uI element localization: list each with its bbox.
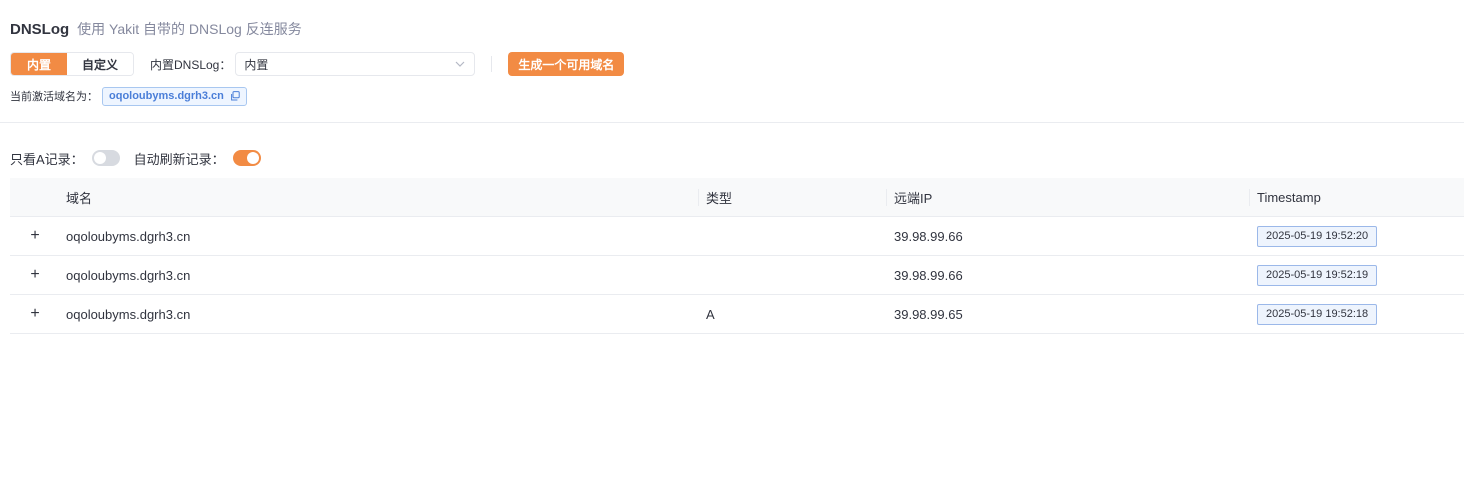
table-row[interactable]: + oqoloubyms.dgrh3.cn A 39.98.99.65 2025… [10, 295, 1464, 334]
cell-domain: oqoloubyms.dgrh3.cn [66, 267, 191, 283]
cell-type [698, 256, 886, 294]
column-header-remote-ip: 远端IP [886, 178, 1249, 216]
column-header-timestamp: Timestamp [1249, 178, 1464, 216]
toggle-knob [246, 152, 259, 164]
mode-segmented-control: 内置 自定义 [10, 52, 134, 76]
dnslog-select-value: 内置 [244, 57, 269, 72]
cell-domain: oqoloubyms.dgrh3.cn [66, 306, 191, 322]
cell-timestamp: 2025-05-19 19:52:20 [1249, 217, 1464, 255]
table-header: 域名 类型 远端IP Timestamp [10, 178, 1464, 217]
chevron-down-icon [454, 58, 466, 70]
generate-domain-button[interactable]: 生成一个可用域名 [508, 52, 625, 76]
active-domain-value: oqoloubyms.dgrh3.cn [109, 90, 224, 102]
dnslog-select[interactable]: 内置 [235, 52, 476, 76]
copy-icon[interactable] [230, 91, 240, 101]
active-domain-label: 当前激活域名为： [10, 91, 98, 103]
section-divider [0, 122, 1464, 123]
table-row[interactable]: + oqoloubyms.dgrh3.cn 39.98.99.66 2025-0… [10, 217, 1464, 256]
auto-refresh-toggle[interactable] [232, 150, 261, 166]
page-header: DNSLog 使用 Yakit 自带的 DNSLog 反连服务 [10, 19, 302, 39]
only-a-records-toggle[interactable] [91, 150, 120, 166]
column-header-domain: 域名 [66, 190, 93, 206]
column-header-type: 类型 [698, 178, 886, 216]
page-title: DNSLog [10, 21, 70, 38]
table-row[interactable]: + oqoloubyms.dgrh3.cn 39.98.99.66 2025-0… [10, 256, 1464, 295]
cell-timestamp: 2025-05-19 19:52:19 [1249, 256, 1464, 294]
dnslog-select-label: 内置DNSLog： [150, 57, 232, 72]
timestamp-tag: 2025-05-19 19:52:20 [1257, 225, 1378, 247]
expand-row-button[interactable]: + [10, 295, 58, 333]
dnslog-table: 域名 类型 远端IP Timestamp + oqoloubyms.dgrh3.… [10, 178, 1464, 334]
cell-timestamp: 2025-05-19 19:52:18 [1249, 295, 1464, 333]
active-domain-row: 当前激活域名为： oqoloubyms.dgrh3.cn [10, 86, 247, 106]
timestamp-tag: 2025-05-19 19:52:19 [1257, 264, 1378, 286]
active-domain-tag[interactable]: oqoloubyms.dgrh3.cn [102, 86, 247, 106]
auto-refresh-label: 自动刷新记录： [133, 151, 225, 167]
mode-builtin-button[interactable]: 内置 [11, 53, 67, 75]
expand-row-button[interactable]: + [10, 256, 58, 294]
divider [491, 56, 493, 72]
cell-domain: oqoloubyms.dgrh3.cn [66, 228, 191, 244]
cell-remote-ip: 39.98.99.66 [894, 228, 963, 244]
page-subtitle: 使用 Yakit 自带的 DNSLog 反连服务 [77, 21, 302, 37]
mode-controls: 内置 自定义 内置DNSLog： 内置 生成一个可用域名 [10, 52, 625, 76]
only-a-records-label: 只看A记录： [10, 151, 84, 167]
timestamp-tag: 2025-05-19 19:52:18 [1257, 303, 1378, 325]
mode-custom-button[interactable]: 自定义 [67, 53, 133, 75]
cell-remote-ip: 39.98.99.65 [894, 306, 963, 322]
expand-row-button[interactable]: + [10, 217, 58, 255]
cell-remote-ip: 39.98.99.66 [894, 267, 963, 283]
filter-row: 只看A记录： 自动刷新记录： [10, 148, 261, 168]
cell-type: A [706, 306, 715, 322]
toggle-knob [93, 152, 106, 164]
column-header-expand [10, 178, 58, 216]
cell-type [698, 217, 886, 255]
